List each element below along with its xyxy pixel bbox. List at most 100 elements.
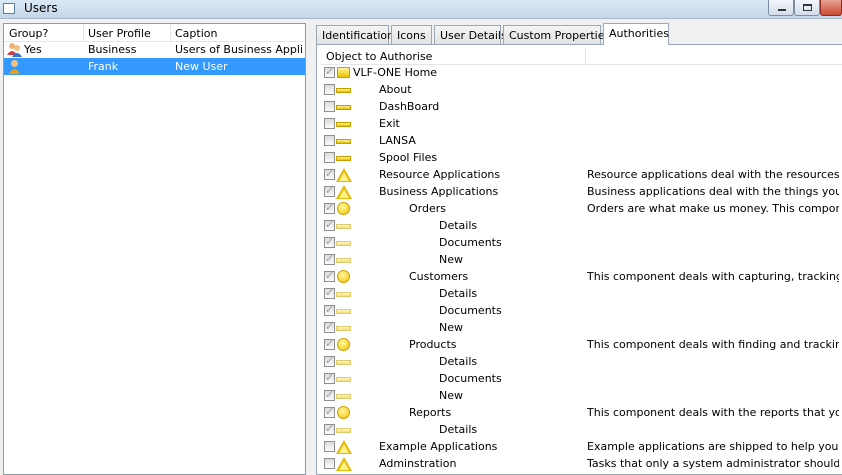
circle-icon [337, 202, 350, 215]
authorise-checkbox[interactable] [324, 320, 335, 333]
tree-item-label: Documents [439, 304, 502, 317]
tree-item-label: About [379, 83, 412, 96]
authorise-checkbox[interactable] [324, 458, 335, 469]
authorise-checkbox[interactable] [324, 371, 335, 384]
tree-row[interactable]: Resource Applications Resource applicatio… [317, 166, 841, 183]
bar-icon [336, 377, 351, 382]
authorise-checkbox[interactable] [324, 65, 335, 78]
tree-row[interactable]: Documents [317, 302, 841, 319]
authorise-checkbox[interactable] [324, 388, 335, 401]
close-button[interactable] [820, 0, 842, 16]
tree-row[interactable]: Adminstration Tasks that only a system ad… [317, 455, 841, 472]
bar-icon [336, 241, 351, 246]
tree-row[interactable]: Details [317, 285, 841, 302]
authorise-checkbox[interactable] [324, 303, 335, 316]
tree-row[interactable]: Details [317, 353, 841, 370]
tree-item-label: Resource Applications [379, 168, 501, 181]
tree-row[interactable]: Products This component deals with findin… [317, 336, 841, 353]
tree-row[interactable]: Details [317, 421, 841, 438]
tree-item-label: Orders [409, 202, 446, 215]
tree-item-description: Example applications are shipped to help… [587, 440, 839, 453]
user-row[interactable]: Frank New User [4, 58, 305, 75]
authorise-checkbox[interactable] [324, 405, 335, 418]
authorise-checkbox[interactable] [324, 286, 335, 299]
tree-row[interactable]: DashBoard [317, 98, 841, 115]
triangle-icon [336, 440, 352, 454]
authorise-checkbox[interactable] [324, 337, 335, 350]
minimize-icon [778, 9, 786, 11]
triangle-icon [336, 457, 352, 471]
circle-icon [337, 406, 350, 419]
tab-icons[interactable]: Icons [391, 25, 432, 44]
user-row[interactable]: Yes Business Users of Business Appli... [4, 41, 305, 58]
tree-item-label: Details [439, 355, 478, 368]
tree-item-label: Details [439, 287, 478, 300]
column-header-group[interactable]: Group? [9, 27, 48, 40]
authorise-checkbox[interactable] [324, 101, 335, 112]
tree-row[interactable]: Business Applications Business applicatio… [317, 183, 841, 200]
bar-icon [336, 139, 351, 144]
triangle-inner [339, 461, 349, 470]
column-header-user-profile[interactable]: User Profile [88, 27, 151, 40]
column-header-caption[interactable]: Caption [175, 27, 217, 40]
users-list[interactable]: Group? User Profile Caption Yes Business U… [3, 23, 306, 475]
bar-icon [336, 156, 351, 161]
column-header-object-to-authorise[interactable]: Object to Authorise [326, 50, 432, 63]
tree-item-label: Exit [379, 117, 400, 130]
authorise-checkbox[interactable] [324, 152, 335, 163]
tab-user-details[interactable]: User Details [434, 25, 507, 44]
caption-cell: Users of Business Appli... [175, 43, 303, 56]
authorise-checkbox[interactable] [324, 201, 335, 214]
window-icon [3, 3, 15, 14]
tree-item-label: New [439, 321, 463, 334]
authorise-checkbox[interactable] [324, 235, 335, 248]
tree-row[interactable]: Exit [317, 115, 841, 132]
bar-icon [336, 105, 351, 110]
tree-item-label: VLF-ONE Home [353, 66, 438, 79]
tab-authorities[interactable]: Authorities [603, 23, 669, 45]
tree-row[interactable]: Example Applications Example applications… [317, 438, 841, 455]
tree-row[interactable]: New [317, 387, 841, 404]
caption-cell: New User [175, 60, 228, 73]
minimize-button[interactable] [768, 0, 794, 16]
authorise-checkbox[interactable] [324, 135, 335, 146]
tree-item-label: Adminstration [379, 457, 457, 470]
authorise-checkbox[interactable] [324, 218, 335, 231]
tree-item-label: Reports [409, 406, 452, 419]
tree-row[interactable]: Spool Files [317, 149, 841, 166]
tab-custom-properties[interactable]: Custom Properties [503, 25, 610, 44]
authorise-checkbox[interactable] [324, 84, 335, 95]
authorise-checkbox[interactable] [324, 422, 335, 435]
tree-item-label: Documents [439, 236, 502, 249]
tab-identification[interactable]: Identification [316, 25, 394, 44]
tree-row[interactable]: Documents [317, 234, 841, 251]
authorise-checkbox[interactable] [324, 441, 335, 452]
tree-row[interactable]: Customers This component deals with captu… [317, 268, 841, 285]
authorities-panel: Object to Authorise VLF-ONE Home About Das… [316, 44, 842, 475]
tree-row[interactable]: About [317, 81, 841, 98]
tree-row[interactable]: Details [317, 217, 841, 234]
authorise-checkbox[interactable] [324, 252, 335, 265]
authorise-checkbox[interactable] [324, 167, 335, 180]
circle-icon [337, 270, 350, 283]
authorise-checkbox[interactable] [324, 269, 335, 282]
bar-icon [336, 360, 351, 365]
circle-icon [337, 338, 350, 351]
tree-row[interactable]: VLF-ONE Home [317, 64, 841, 81]
bar-icon [336, 88, 351, 93]
bar-icon [336, 122, 351, 127]
users-list-header: Group? User Profile Caption [4, 24, 305, 42]
tree-item-label: Documents [439, 372, 502, 385]
authorise-checkbox[interactable] [324, 118, 335, 129]
triangle-icon [336, 185, 352, 199]
tree-row[interactable]: New [317, 319, 841, 336]
tree-row[interactable]: Documents [317, 370, 841, 387]
authorise-checkbox[interactable] [324, 354, 335, 367]
maximize-button[interactable] [794, 0, 820, 16]
authorise-checkbox[interactable] [324, 184, 335, 197]
tree-row[interactable]: Orders Orders are what make us money. Thi… [317, 200, 841, 217]
tree-item-label: Customers [409, 270, 469, 283]
tree-row[interactable]: LANSA [317, 132, 841, 149]
tree-row[interactable]: Reports This component deals with the rep… [317, 404, 841, 421]
tree-row[interactable]: New [317, 251, 841, 268]
